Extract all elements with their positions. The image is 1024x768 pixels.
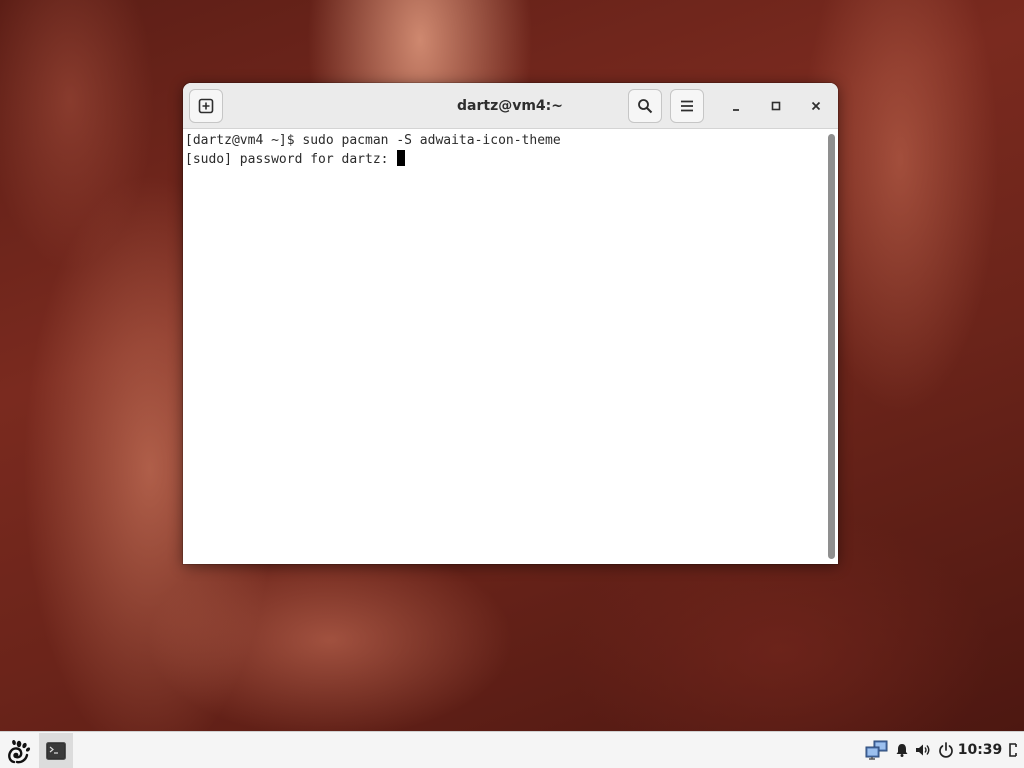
logout-icon — [1009, 743, 1017, 757]
bell-icon — [896, 744, 908, 757]
logout-button[interactable] — [1004, 732, 1022, 768]
gnome-foot-icon — [8, 739, 31, 764]
taskbar-terminal-button[interactable] — [39, 733, 73, 768]
terminal-scrollbar[interactable] — [825, 129, 838, 564]
hamburger-menu-icon — [681, 100, 693, 112]
menu-button[interactable] — [670, 89, 704, 123]
terminal-command-line: [dartz@vm4 ~]$ sudo pacman -S adwaita-ic… — [185, 133, 561, 148]
new-tab-icon — [198, 98, 214, 114]
network-tray-button[interactable] — [864, 732, 890, 768]
search-button[interactable] — [628, 89, 662, 123]
new-tab-button[interactable] — [189, 89, 223, 123]
text-cursor — [397, 150, 406, 166]
speaker-icon — [916, 744, 930, 756]
activities-button[interactable] — [5, 736, 33, 764]
minimize-icon — [733, 109, 739, 111]
maximize-button[interactable] — [763, 93, 789, 119]
terminal-window[interactable]: dartz@vm4:~ [dartz@vm4 ~]$ sudo pacman -… — [183, 83, 838, 564]
clock[interactable]: 10:39 — [958, 732, 1003, 768]
close-button[interactable] — [803, 93, 829, 119]
terminal-password-prompt: [sudo] password for dartz: — [185, 150, 406, 169]
power-icon — [939, 742, 953, 758]
network-icon — [865, 740, 888, 760]
window-title: dartz@vm4:~ — [457, 98, 563, 114]
notifications-button[interactable] — [893, 732, 911, 768]
minimize-button[interactable] — [723, 93, 749, 119]
terminal-icon — [46, 741, 66, 760]
terminal-output[interactable]: [dartz@vm4 ~]$ sudo pacman -S adwaita-ic… — [183, 129, 825, 564]
search-icon — [638, 99, 653, 114]
taskbar: 10:39 — [0, 731, 1024, 768]
header-bar[interactable]: dartz@vm4:~ — [183, 83, 838, 129]
maximize-icon — [771, 101, 781, 111]
close-icon — [811, 101, 821, 111]
scrollbar-thumb[interactable] — [828, 134, 835, 559]
volume-button[interactable] — [912, 732, 934, 768]
power-button[interactable] — [935, 732, 957, 768]
password-prompt-text: [sudo] password for dartz: — [185, 152, 397, 167]
